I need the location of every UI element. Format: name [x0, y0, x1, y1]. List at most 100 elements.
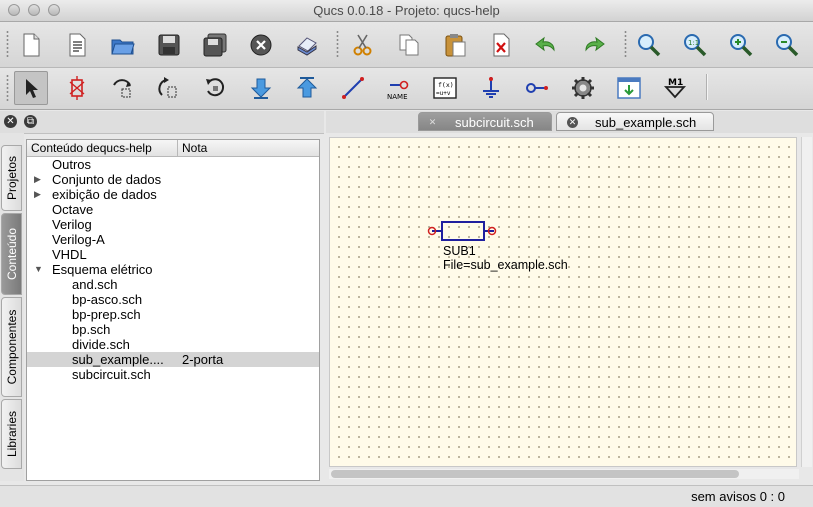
toggle-active-icon: [69, 76, 85, 100]
title-bar: Qucs 0.0.18 - Projeto: qucs-help: [0, 0, 813, 22]
tree-item-label: bp.sch: [72, 322, 111, 337]
ground-button[interactable]: [476, 73, 506, 103]
collapsed-arrow-icon[interactable]: ▶: [34, 172, 41, 187]
tree-header: Conteúdo dequcs-help Nota: [27, 140, 319, 157]
new-file-button[interactable]: [16, 30, 46, 60]
tree-item[interactable]: Verilog: [27, 217, 319, 232]
tab-sub-example-sch[interactable]: ✕ sub_example.sch: [556, 112, 714, 131]
tree-item-label: divide.sch: [72, 337, 130, 352]
tab-projetos[interactable]: Projetos: [1, 145, 22, 211]
tree-item-label: bp-asco.sch: [72, 292, 143, 307]
print-button[interactable]: [292, 30, 322, 60]
new-text-button[interactable]: [62, 30, 92, 60]
tree-item-label: VHDL: [52, 247, 87, 262]
view-data-button[interactable]: [614, 73, 644, 103]
undo-icon: [535, 36, 555, 52]
open-folder-icon: [111, 39, 135, 55]
tree-item-label: and.sch: [72, 277, 118, 292]
float-panel-button[interactable]: ⧉: [24, 115, 37, 128]
select-button[interactable]: [14, 71, 48, 105]
zoom-1to1-button[interactable]: 1:1: [680, 30, 710, 60]
pop-out-button[interactable]: [292, 73, 322, 103]
copy-icon: [399, 34, 419, 56]
zoom-in-icon: [730, 34, 753, 57]
tree-item[interactable]: VHDL: [27, 247, 319, 262]
tree-item[interactable]: and.sch: [27, 277, 319, 292]
tree-item-label: Conjunto de dados: [52, 172, 162, 187]
schematic-canvas[interactable]: SUB1 File=sub_example.sch: [329, 137, 797, 467]
marker-button[interactable]: M1: [660, 73, 690, 103]
port-button[interactable]: [522, 73, 552, 103]
tree-item[interactable]: ▶ Conjunto de dados: [27, 172, 319, 187]
expanded-arrow-icon[interactable]: ▼: [34, 262, 43, 277]
mirror-x-button[interactable]: [108, 73, 138, 103]
collapsed-arrow-icon[interactable]: ▶: [34, 187, 41, 202]
tree-item[interactable]: subcircuit.sch: [27, 367, 319, 382]
tree-item[interactable]: sub_example.... 2-porta: [27, 352, 319, 367]
undo-button[interactable]: [532, 30, 562, 60]
tree-item[interactable]: Verilog-A: [27, 232, 319, 247]
wire-button[interactable]: [338, 73, 368, 103]
equation-icon: f(x)=u+v: [433, 77, 457, 99]
rotate-button[interactable]: [200, 73, 230, 103]
mirror-x-icon: [113, 79, 131, 98]
horizontal-scrollbar[interactable]: [329, 469, 799, 479]
close-tab-icon[interactable]: ✕: [567, 117, 578, 128]
schematic-area: SUB1 File=sub_example.sch: [326, 133, 813, 485]
toggle-active-button[interactable]: [62, 73, 92, 103]
zoom-fit-button[interactable]: [634, 30, 664, 60]
tree-item[interactable]: bp-asco.sch: [27, 292, 319, 307]
tree-item[interactable]: bp.sch: [27, 322, 319, 337]
delete-button[interactable]: [486, 30, 516, 60]
tab-subcircuit-sch[interactable]: ✕ subcircuit.sch: [418, 112, 552, 131]
document-tabs: ✕ subcircuit.sch ✕ sub_example.sch: [326, 111, 813, 134]
simulate-button[interactable]: [568, 73, 598, 103]
zoom-in-button[interactable]: [726, 30, 756, 60]
open-button[interactable]: [108, 30, 138, 60]
column-header-content[interactable]: Conteúdo dequcs-help: [31, 141, 152, 155]
content-tree[interactable]: Conteúdo dequcs-help Nota Outros ▶ Conjunt…: [26, 139, 320, 481]
tree-item[interactable]: Outros: [27, 157, 319, 172]
tab-conteudo[interactable]: Conteúdo: [1, 213, 22, 295]
save-icon: [158, 34, 180, 56]
redo-icon: [585, 36, 605, 52]
tree-item[interactable]: divide.sch: [27, 337, 319, 352]
tree-item[interactable]: ▶ exibição de dados: [27, 187, 319, 202]
component-name[interactable]: SUB1: [443, 244, 476, 258]
save-button[interactable]: [154, 30, 184, 60]
copy-button[interactable]: [394, 30, 424, 60]
close-tab-icon[interactable]: ✕: [427, 117, 438, 128]
tree-item-label: Verilog: [52, 217, 92, 232]
scroll-thumb[interactable]: [331, 470, 739, 478]
tree-item[interactable]: Octave: [27, 202, 319, 217]
vertical-scrollbar[interactable]: [801, 137, 812, 467]
subcircuit-symbol[interactable]: [426, 218, 498, 244]
svg-text:1:1: 1:1: [688, 39, 699, 47]
close-panel-button[interactable]: ✕: [4, 115, 17, 128]
redo-button[interactable]: [578, 30, 608, 60]
column-header-note[interactable]: Nota: [177, 140, 207, 156]
component-property[interactable]: File=sub_example.sch: [443, 258, 568, 272]
svg-text:=u+v: =u+v: [436, 90, 451, 97]
go-into-subcircuit-button[interactable]: [246, 73, 276, 103]
tab-componentes[interactable]: Componentes: [1, 297, 22, 397]
save-all-button[interactable]: [200, 30, 230, 60]
zoom-out-button[interactable]: [772, 30, 802, 60]
tree-item[interactable]: ▼ Esquema elétrico: [27, 262, 319, 277]
tree-item-label: sub_example....: [72, 352, 164, 367]
window-title: Qucs 0.0.18 - Projeto: qucs-help: [313, 3, 500, 18]
equation-button[interactable]: f(x) =u+v: [430, 73, 460, 103]
tree-item-label: exibição de dados: [52, 187, 157, 202]
status-bar: sem avisos 0 : 0: [0, 485, 813, 507]
main-toolbar: 1:1: [0, 22, 813, 68]
wire-label-button[interactable]: NAME: [384, 73, 414, 103]
tab-libraries[interactable]: Libraries: [1, 399, 22, 469]
tree-item[interactable]: bp-prep.sch: [27, 307, 319, 322]
mirror-y-button[interactable]: [154, 73, 184, 103]
cut-button[interactable]: [348, 30, 378, 60]
paste-button[interactable]: [440, 30, 470, 60]
tree-item-label: Verilog-A: [52, 232, 105, 247]
close-doc-icon: [250, 34, 272, 56]
close-document-button[interactable]: [246, 30, 276, 60]
tree-item-label: subcircuit.sch: [72, 367, 151, 382]
